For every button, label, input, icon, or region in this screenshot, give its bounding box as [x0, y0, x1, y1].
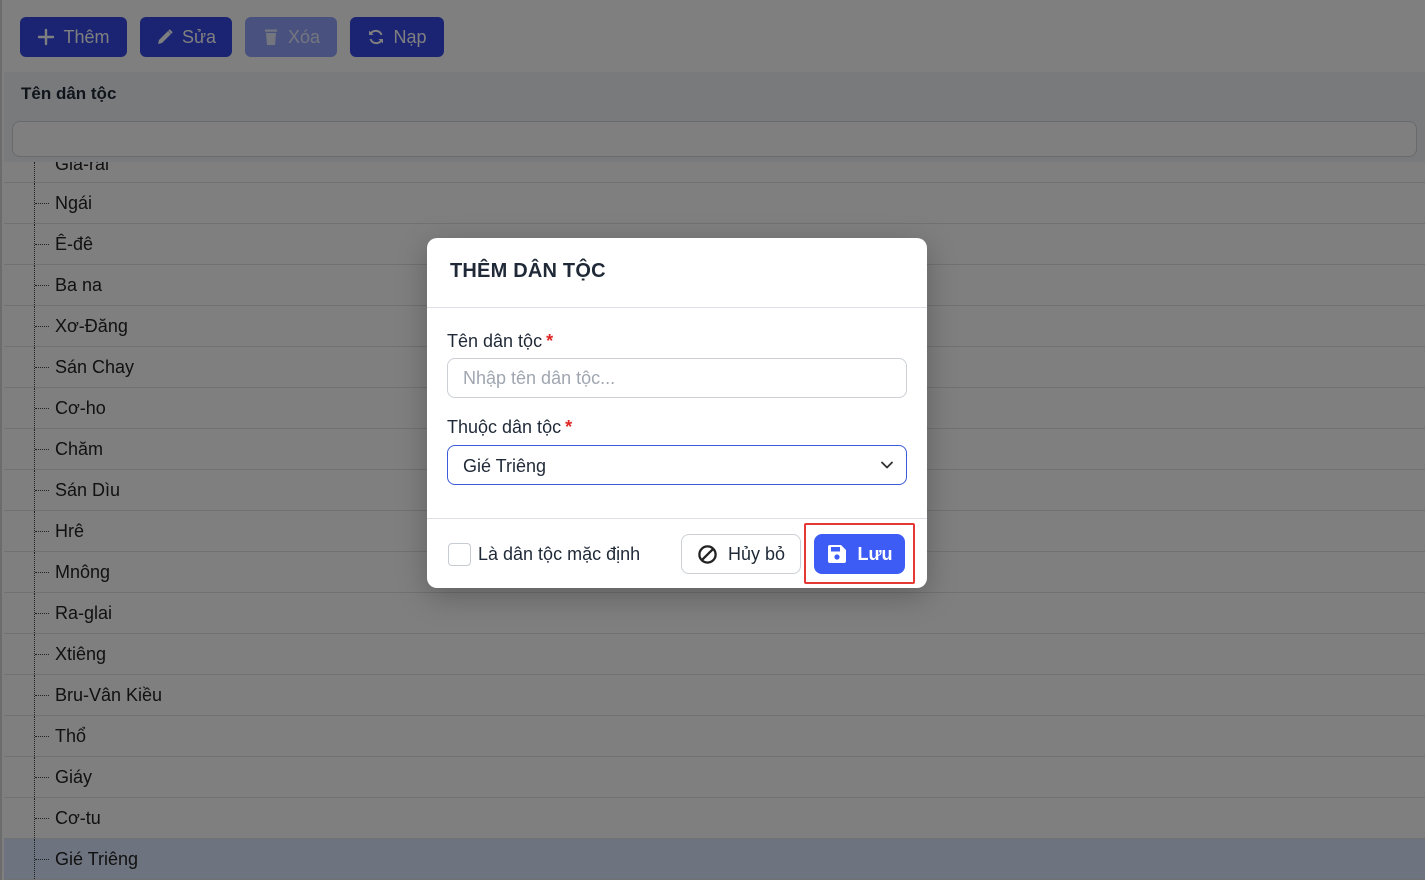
floppy-disk-icon: [828, 545, 847, 563]
required-mark: *: [546, 331, 554, 351]
save-button[interactable]: Lưu: [814, 534, 905, 574]
dialog-title: THÊM DÂN TỘC: [450, 260, 606, 282]
parent-select-value: Gié Triêng: [463, 456, 547, 476]
ban-icon: [698, 544, 717, 564]
required-mark: *: [565, 417, 573, 437]
chevron-down-icon: [881, 461, 893, 469]
name-label-text: Tên dân tộc: [447, 331, 543, 351]
parent-select[interactable]: Gié Triêng: [447, 445, 907, 485]
name-input[interactable]: [447, 358, 907, 398]
default-checkbox[interactable]: [448, 543, 471, 566]
divider: [427, 307, 927, 308]
cancel-button[interactable]: Hủy bỏ: [681, 534, 801, 574]
name-field-label: Tên dân tộc *: [447, 331, 553, 352]
parent-field-label: Thuộc dân tộc *: [447, 417, 572, 438]
cancel-button-label: Hủy bỏ: [727, 543, 786, 564]
add-ethnicity-dialog: THÊM DÂN TỘC Tên dân tộc* Thuộc dân tộc*…: [427, 238, 927, 588]
parent-label-text: Thuộc dân tộc: [447, 417, 562, 437]
divider: [427, 518, 927, 519]
default-checkbox-label: Là dân tộc mặc định: [478, 544, 641, 564]
save-button-label: Lưu: [857, 543, 893, 564]
